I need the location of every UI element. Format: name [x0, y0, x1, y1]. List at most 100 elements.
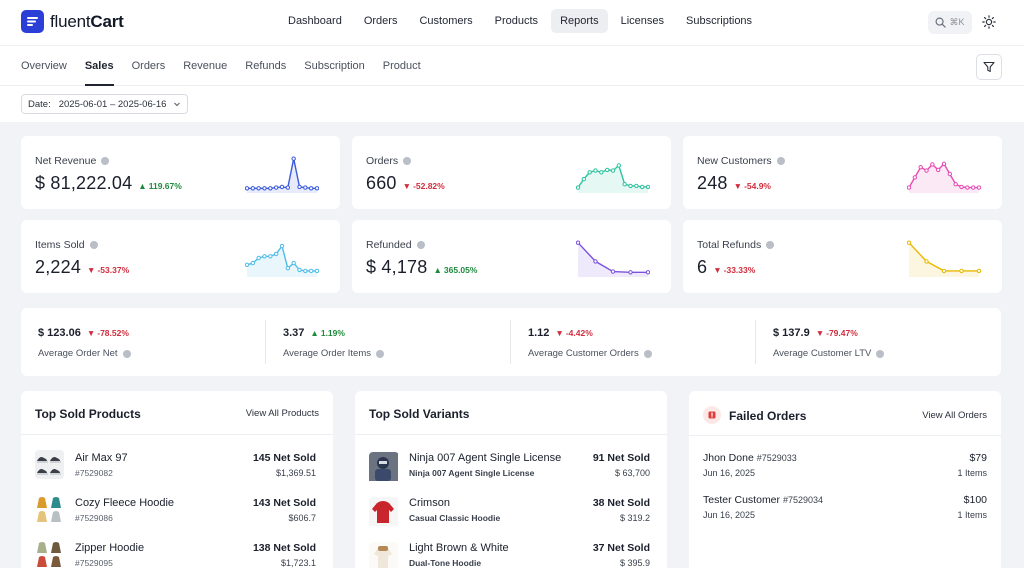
stat-value: $ 137.9	[773, 327, 810, 339]
kpi-value-row: 248 ▼ -54.9%	[697, 173, 771, 194]
customer-name-row: Tester Customer #7529034	[703, 494, 823, 506]
item-subtitle: #7529095	[75, 558, 113, 568]
nav-customers[interactable]: Customers	[410, 9, 481, 33]
kpi-sparkline	[576, 163, 650, 193]
failed-order-row[interactable]: Jhon Done #7529033 Jun 16, 2025 $79 1 Items	[703, 452, 987, 488]
sparkline-point	[953, 182, 958, 187]
app-logo[interactable]: fluentCart	[21, 10, 124, 33]
kpi-sparkline	[245, 156, 319, 193]
sparkline-point	[634, 183, 639, 189]
kpi-label: Items Sold	[35, 239, 98, 251]
product-thumbnail	[35, 495, 64, 524]
kpi-value-row: 660 ▼ -52.82%	[366, 173, 445, 194]
info-icon[interactable]	[643, 349, 652, 358]
view-all-orders-link[interactable]: View All Orders	[922, 410, 987, 421]
tab-sales[interactable]: Sales	[84, 46, 114, 86]
filter-button[interactable]	[976, 54, 1002, 80]
kpi-change-value: 365.05%	[443, 265, 478, 275]
sparkline-point	[610, 269, 616, 274]
info-icon[interactable]	[122, 349, 131, 358]
info-icon[interactable]	[776, 157, 785, 165]
kpi-card-items-sold: Items Sold 2,224 ▼ -53.37%	[21, 220, 340, 293]
kpi-label-text: Total Refunds	[697, 239, 762, 251]
sparkline-point	[924, 168, 929, 173]
info-icon[interactable]	[876, 349, 885, 358]
net-sold: 37 Net Sold	[592, 542, 650, 554]
date-range-select[interactable]: Date: 2025-06-01 – 2025-06-16	[21, 94, 189, 114]
tab-orders[interactable]: Orders	[132, 46, 166, 86]
customer-name: Jhon Done	[703, 452, 754, 464]
product-thumbnail	[369, 542, 399, 568]
sparkline-point	[593, 259, 598, 264]
info-icon[interactable]	[101, 157, 110, 165]
report-tabs-bar: Overview Sales Orders Revenue Refunds Subscri…	[0, 45, 1024, 86]
sparkline-point	[303, 185, 308, 190]
kpi-change-value: 119.67%	[148, 181, 182, 191]
info-icon[interactable]	[89, 241, 98, 249]
divider	[355, 434, 667, 435]
sparkline-point	[976, 268, 981, 274]
stat-change-value: -78.52%	[97, 328, 129, 338]
info-icon[interactable]	[416, 241, 425, 249]
kpi-sparkline	[907, 240, 981, 277]
panel-title: Top Sold Variants	[369, 407, 470, 421]
kpi-sparkline	[907, 161, 981, 193]
nav-licenses[interactable]: Licenses	[612, 9, 673, 33]
triangle-up-icon: ▲	[310, 328, 319, 338]
divider	[755, 320, 756, 364]
triangle-down-icon: ▼	[86, 328, 96, 338]
search-button[interactable]: ⌘K	[928, 11, 972, 34]
order-date: Jun 16, 2025	[703, 510, 756, 520]
nav-orders[interactable]: Orders	[355, 9, 407, 33]
tab-revenue[interactable]: Revenue	[183, 46, 227, 86]
tab-refunds[interactable]: Refunds	[245, 46, 286, 86]
product-thumbnail	[369, 497, 399, 537]
date-range-value: 2025-06-01 – 2025-06-16	[58, 98, 167, 110]
triangle-down-icon: ▼	[733, 181, 743, 191]
stat-value-row: 3.37 ▲ 1.19%	[283, 327, 345, 339]
list-item[interactable]: Light Brown & White Dual-Tone Hoodie 37 Ne…	[369, 540, 650, 568]
sparkline-point	[291, 156, 296, 161]
list-item[interactable]: Ninja 007 Agent Single License Ninja 007 …	[369, 450, 650, 490]
nav-subscriptions[interactable]: Subscriptions	[677, 9, 761, 33]
view-all-products-link[interactable]: View All Products	[246, 408, 319, 419]
tab-overview[interactable]: Overview	[21, 46, 67, 86]
sparkline-point	[610, 168, 616, 173]
order-items-count: 1 Items	[957, 510, 987, 520]
logo-text: fluentCart	[50, 11, 124, 31]
sparkline-point	[256, 255, 261, 261]
stat-change-value: 1.19%	[320, 328, 345, 338]
sparkline-point	[576, 185, 581, 190]
sparkline-point	[262, 254, 267, 259]
net-sold: 138 Net Sold	[252, 542, 316, 554]
theme-toggle-button[interactable]	[980, 13, 998, 31]
stat-value: 1.12	[528, 327, 550, 339]
report-tabs: Overview Sales Orders Revenue Refunds Subscri…	[21, 46, 439, 86]
nav-dashboard[interactable]: Dashboard	[279, 9, 351, 33]
failed-order-row[interactable]: Tester Customer #7529034 Jun 16, 2025 $100…	[703, 494, 987, 530]
sparkline-point	[303, 268, 308, 274]
stat-change: ▼ -78.52%	[87, 328, 129, 338]
sparkline-point	[268, 186, 273, 191]
stat-label: Average Customer LTV	[773, 348, 885, 359]
nav-reports[interactable]: Reports	[551, 9, 608, 33]
search-shortcut: ⌘K	[949, 17, 965, 27]
sparkline-point	[273, 185, 279, 190]
stat-change: ▼ -79.47%	[816, 328, 858, 338]
sneaker-thumbnail-image	[35, 450, 64, 479]
list-item[interactable]: Crimson Casual Classic Hoodie 38 Net Sold $…	[369, 495, 650, 535]
tab-subscription[interactable]: Subscription	[304, 46, 365, 86]
sparkline-point	[291, 260, 296, 266]
info-icon[interactable]	[376, 349, 385, 358]
tab-product[interactable]: Product	[383, 46, 421, 86]
info-icon[interactable]	[766, 241, 775, 249]
info-icon[interactable]	[403, 157, 412, 165]
kpi-label: New Customers	[697, 155, 785, 167]
list-item[interactable]: Zipper Hoodie #7529095 138 Net Sold $1,723.…	[35, 540, 316, 568]
list-item[interactable]: Air Max 97 #7529082 145 Net Sold $1,369.51	[35, 450, 316, 490]
sparkline-point	[645, 270, 650, 275]
nav-products[interactable]: Products	[486, 9, 547, 33]
list-item[interactable]: Cozy Fleece Hoodie #7529086 143 Net Sold $6…	[35, 495, 316, 535]
sparkline-point	[907, 185, 912, 190]
hoodies-thumbnail-image	[35, 495, 64, 524]
